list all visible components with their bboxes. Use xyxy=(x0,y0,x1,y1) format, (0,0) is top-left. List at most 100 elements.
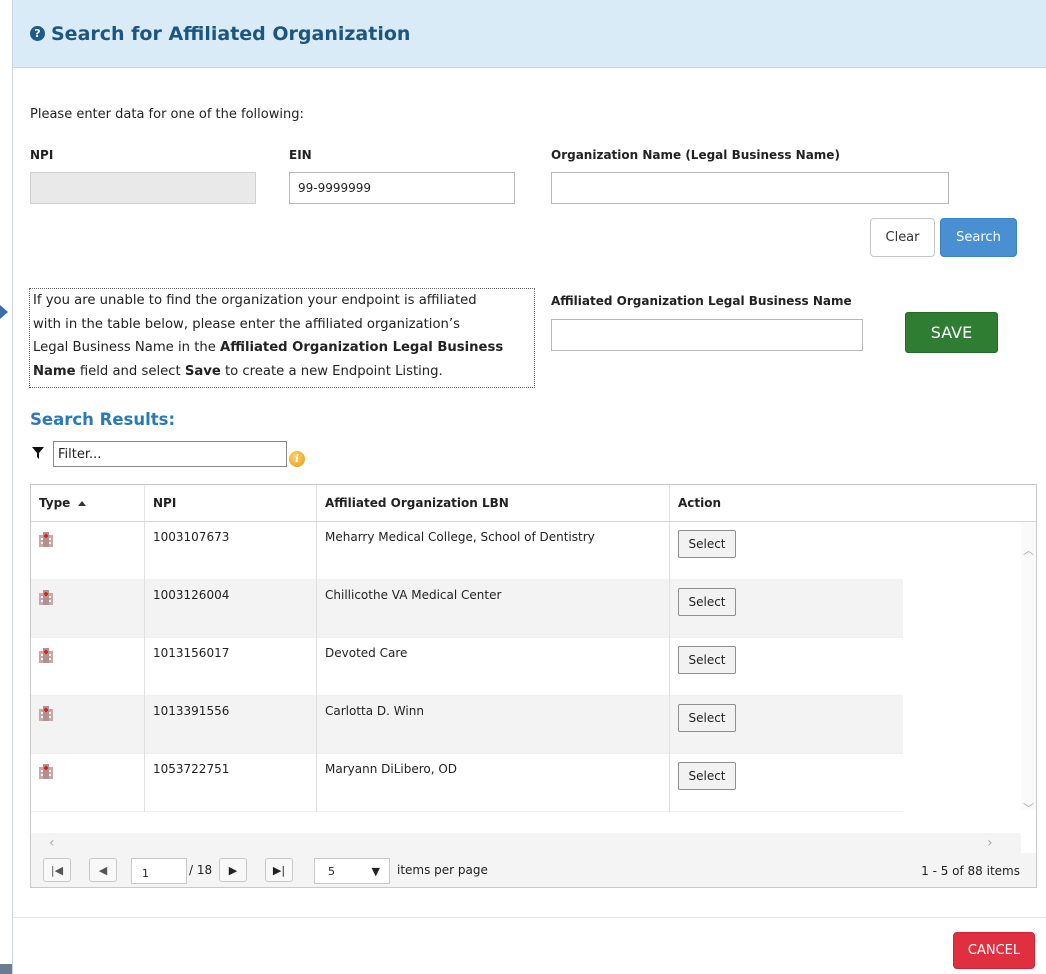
npi-cell: 1053722751 xyxy=(144,754,316,812)
info-line-3: Legal Business Name in the Affiliated Or… xyxy=(33,336,531,360)
npi-cell: 1003126004 xyxy=(144,580,316,638)
filter-input[interactable]: Filter... xyxy=(53,441,287,467)
clear-button[interactable]: Clear xyxy=(870,218,935,257)
column-type-label: Type xyxy=(39,496,71,510)
pager: |◀ ◀ 1 / 18 ▶ ▶| 5 ▼ items per page 1 - … xyxy=(31,853,1036,887)
info-line-4-save: Save xyxy=(184,363,221,379)
results-grid: Type NPI Affiliated Organization LBN Act… xyxy=(30,484,1037,888)
search-button[interactable]: Search xyxy=(940,218,1017,257)
action-cell: Select xyxy=(669,638,903,696)
type-cell xyxy=(31,754,144,812)
modal-title: Search for Affiliated Organization xyxy=(51,22,411,45)
table-row: 1013156017 Devoted Care Select xyxy=(31,638,903,696)
ein-label: EIN xyxy=(289,148,312,162)
org-name-label: Organization Name (Legal Business Name) xyxy=(551,148,840,162)
info-line-3-text: Legal Business Name in the xyxy=(33,340,221,355)
type-cell xyxy=(31,638,144,696)
lbn-cell: Chillicothe VA Medical Center xyxy=(316,580,669,638)
filter-icon xyxy=(32,447,44,459)
select-button[interactable]: Select xyxy=(678,588,736,616)
page-size-select[interactable]: 5 ▼ xyxy=(314,858,390,884)
total-pages: / 18 xyxy=(189,863,213,877)
organization-icon xyxy=(39,706,53,721)
type-cell xyxy=(31,522,144,580)
organization-icon xyxy=(39,648,53,663)
info-line-4-bold: Name xyxy=(33,363,76,379)
grid-body: 1003107673 Meharry Medical College, Scho… xyxy=(31,522,903,812)
footer-divider xyxy=(13,917,1046,918)
search-affiliated-org-modal: ? Search for Affiliated Organization Ple… xyxy=(12,0,1046,974)
info-icon[interactable]: i xyxy=(289,451,305,467)
info-line-4: Name field and select Save to create a n… xyxy=(33,360,531,384)
scroll-up-icon[interactable]: ︿ xyxy=(1023,542,1034,558)
column-type-header[interactable]: Type xyxy=(31,485,144,521)
table-row: 1053722751 Maryann DiLibero, OD Select xyxy=(31,754,903,812)
lbn-cell: Meharry Medical College, School of Denti… xyxy=(316,522,669,580)
column-lbn-label: Affiliated Organization LBN xyxy=(325,496,509,510)
pointer-arrow-icon xyxy=(0,305,8,319)
npi-cell: 1013391556 xyxy=(144,696,316,754)
action-cell: Select xyxy=(669,522,903,580)
cancel-button[interactable]: CANCEL xyxy=(953,932,1035,969)
grid-header: Type NPI Affiliated Organization LBN Act… xyxy=(31,485,1036,522)
org-name-field[interactable] xyxy=(551,172,949,204)
scroll-right-icon[interactable]: › xyxy=(987,835,993,851)
save-button[interactable]: SAVE xyxy=(905,312,998,353)
modal-header: ? Search for Affiliated Organization xyxy=(13,0,1046,68)
column-npi-label: NPI xyxy=(153,496,177,510)
select-button[interactable]: Select xyxy=(678,530,736,558)
next-page-icon[interactable]: ▶ xyxy=(219,858,247,882)
question-circle-icon[interactable]: ? xyxy=(30,26,45,41)
lbn-cell: Carlotta D. Winn xyxy=(316,696,669,754)
scroll-down-icon[interactable]: ﹀ xyxy=(1023,800,1034,816)
ein-field[interactable]: 99-9999999 xyxy=(289,172,515,204)
background-strip xyxy=(0,0,12,974)
select-button[interactable]: Select xyxy=(678,704,736,732)
npi-field[interactable] xyxy=(30,172,256,204)
action-cell: Select xyxy=(669,696,903,754)
column-action-label: Action xyxy=(678,496,722,510)
table-row: 1013391556 Carlotta D. Winn Select xyxy=(31,696,903,754)
sort-ascending-icon xyxy=(78,500,87,506)
table-row: 1003107673 Meharry Medical College, Scho… xyxy=(31,522,903,580)
lbn-cell: Maryann DiLibero, OD xyxy=(316,754,669,812)
organization-icon xyxy=(39,590,53,605)
items-per-page-label: items per page xyxy=(397,863,488,877)
npi-cell: 1003107673 xyxy=(144,522,316,580)
scroll-left-icon[interactable]: ‹ xyxy=(49,835,55,851)
vertical-scrollbar[interactable]: ︿ ﹀ xyxy=(1021,522,1036,815)
info-box: If you are unable to find the organizati… xyxy=(29,288,535,388)
pager-summary: 1 - 5 of 88 items xyxy=(921,864,1020,878)
npi-label: NPI xyxy=(30,148,54,162)
info-line-4-mid: field and select xyxy=(75,363,185,379)
npi-cell: 1013156017 xyxy=(144,638,316,696)
action-cell: Select xyxy=(669,754,903,812)
info-line-3-bold: Affiliated Organization Legal Business xyxy=(220,340,504,355)
column-action-header[interactable]: Action xyxy=(669,485,1036,521)
type-cell xyxy=(31,696,144,754)
background-corner xyxy=(0,964,12,974)
page-size-value: 5 xyxy=(328,864,335,878)
affiliated-lbn-label: Affiliated Organization Legal Business N… xyxy=(551,294,852,308)
info-line-2: with in the table below, please enter th… xyxy=(33,316,460,332)
organization-icon xyxy=(39,764,53,779)
action-cell: Select xyxy=(669,580,903,638)
column-npi-header[interactable]: NPI xyxy=(144,485,316,521)
column-lbn-header[interactable]: Affiliated Organization LBN xyxy=(316,485,669,521)
type-cell xyxy=(31,580,144,638)
info-line-1: If you are unable to find the organizati… xyxy=(33,293,477,308)
lbn-cell: Devoted Care xyxy=(316,638,669,696)
info-line-4-suffix: to create a new Endpoint Listing. xyxy=(220,363,443,379)
table-row: 1003126004 Chillicothe VA Medical Center… xyxy=(31,580,903,638)
first-page-icon[interactable]: |◀ xyxy=(43,858,71,882)
select-button[interactable]: Select xyxy=(678,646,736,674)
page-number-input[interactable]: 1 xyxy=(131,858,187,884)
previous-page-icon[interactable]: ◀ xyxy=(89,858,117,882)
affiliated-lbn-field[interactable] xyxy=(551,319,863,351)
horizontal-scrollbar[interactable]: ‹ › xyxy=(31,833,1021,853)
last-page-icon[interactable]: ▶| xyxy=(265,858,293,882)
search-results-title: Search Results: xyxy=(30,410,176,429)
instructions-text: Please enter data for one of the followi… xyxy=(30,107,304,122)
organization-icon xyxy=(39,532,53,547)
select-button[interactable]: Select xyxy=(678,762,736,790)
